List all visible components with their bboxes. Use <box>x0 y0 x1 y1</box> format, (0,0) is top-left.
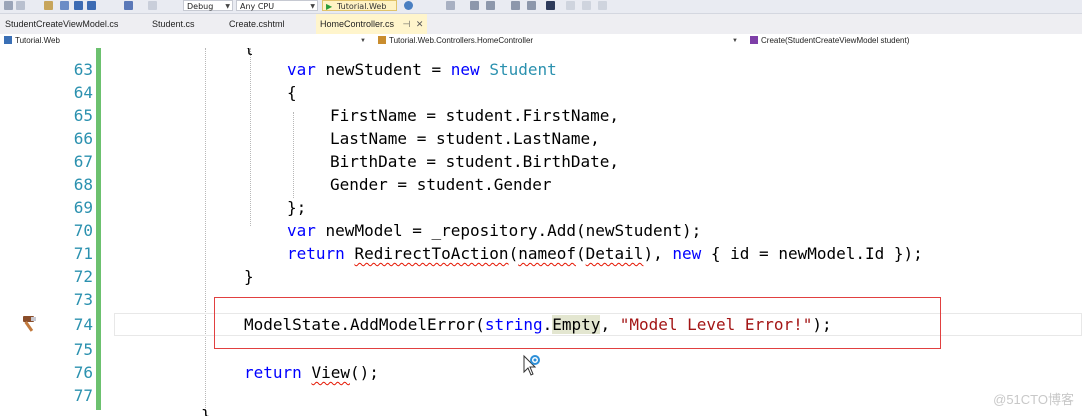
code-line-65: 65 FirstName = student.FirstName, <box>0 104 1082 127</box>
open-file-icon[interactable] <box>60 1 69 10</box>
toolbar-button-icon[interactable] <box>486 1 495 10</box>
code-line-71: 71 return RedirectToAction(nameof(Detail… <box>0 242 1082 265</box>
code-line: { <box>0 48 1082 58</box>
code-text: return View(); <box>244 363 379 382</box>
code-text: }; <box>287 198 307 217</box>
watermark: @51CTO博客 <box>993 392 1074 407</box>
project-value: Tutorial.Web <box>15 36 60 45</box>
refresh-icon[interactable] <box>404 1 413 10</box>
redo-icon[interactable] <box>148 1 157 10</box>
quick-actions-hammer-icon[interactable] <box>20 314 40 334</box>
solution-platform-value: Any CPU <box>240 2 275 11</box>
save-icon[interactable] <box>74 1 83 10</box>
tab-label: Create.cshtml <box>229 19 285 29</box>
solution-configuration-value: Debug <box>187 2 214 11</box>
tab-create-cshtml[interactable]: Create.cshtml <box>229 14 285 34</box>
toolbar-button-icon[interactable] <box>566 1 575 10</box>
code-text: var newModel = _repository.Add(newStuden… <box>287 221 702 240</box>
code-text: FirstName = student.FirstName, <box>330 106 619 125</box>
save-all-icon[interactable] <box>87 1 96 10</box>
chevron-down-icon: ▼ <box>225 3 230 10</box>
line-number: 68 <box>73 175 93 194</box>
code-text: { <box>244 48 254 58</box>
code-line-63: 63 var newStudent = new Student <box>0 58 1082 81</box>
play-icon: ▶ <box>326 2 333 11</box>
code-line-66: 66 LastName = student.LastName, <box>0 127 1082 150</box>
chevron-down-icon: ▼ <box>310 3 315 10</box>
method-icon <box>750 36 758 44</box>
class-value: Tutorial.Web.Controllers.HomeController <box>389 36 534 45</box>
start-project-label: Tutorial.Web <box>337 2 387 11</box>
code-line: } <box>0 404 1082 416</box>
new-project-icon[interactable] <box>44 1 53 10</box>
code-line-64: 64 { <box>0 81 1082 104</box>
line-number: 76 <box>73 363 93 382</box>
code-text: LastName = student.LastName, <box>330 129 600 148</box>
chevron-down-icon: ▼ <box>732 38 738 44</box>
pin-icon[interactable]: ⊣ <box>403 19 411 29</box>
project-icon <box>4 36 12 44</box>
solution-configuration-select[interactable]: Debug ▼ <box>183 0 233 11</box>
project-dropdown[interactable]: Tutorial.Web ▼ <box>4 35 370 47</box>
code-text: BirthDate = student.BirthDate, <box>330 152 619 171</box>
code-text: Gender = student.Gender <box>330 175 552 194</box>
code-text: } <box>244 267 254 286</box>
chevron-down-icon: ▼ <box>360 38 366 44</box>
browser-link-icon[interactable] <box>446 1 455 10</box>
code-text: var newStudent = new Student <box>287 60 557 79</box>
mouse-cursor-busy-icon <box>523 354 540 376</box>
document-tab-strip: StudentCreateViewModel.cs Student.cs Cre… <box>0 14 1082 36</box>
class-icon <box>378 36 386 44</box>
code-line-69: 69 }; <box>0 196 1082 219</box>
line-number: 64 <box>73 83 93 102</box>
tab-label: StudentCreateViewModel.cs <box>5 19 119 29</box>
close-icon[interactable]: ✕ <box>416 19 424 29</box>
start-debugging-button[interactable]: ▶ Tutorial.Web <box>322 0 397 11</box>
code-text: } <box>201 406 211 416</box>
member-dropdown[interactable]: Create(StudentCreateViewModel student) <box>750 35 1080 47</box>
class-dropdown[interactable]: Tutorial.Web.Controllers.HomeController ▼ <box>378 35 742 47</box>
line-number: 69 <box>73 198 93 217</box>
undo-icon[interactable] <box>124 1 133 10</box>
line-number: 74 <box>73 315 93 334</box>
tab-label: HomeController.cs <box>320 19 395 29</box>
solution-platform-select[interactable]: Any CPU ▼ <box>236 0 318 11</box>
code-line-70: 70 var newModel = _repository.Add(newStu… <box>0 219 1082 242</box>
line-number: 63 <box>73 60 93 79</box>
tab-home-controller[interactable]: HomeController.cs ⊣ ✕ <box>316 14 428 34</box>
toolbar-button-icon[interactable] <box>470 1 479 10</box>
tab-student-create-view-model[interactable]: StudentCreateViewModel.cs <box>5 14 118 34</box>
line-number: 72 <box>73 267 93 286</box>
toolbar-button-icon[interactable] <box>527 1 536 10</box>
line-number: 70 <box>73 221 93 240</box>
highlight-box <box>214 297 941 349</box>
code-text: return RedirectToAction(nameof(Detail), … <box>287 244 923 263</box>
line-number: 73 <box>73 290 93 309</box>
tab-label: Student.cs <box>152 19 195 29</box>
toolbar-button-icon[interactable] <box>598 1 607 10</box>
toolbar-button-icon[interactable] <box>582 1 591 10</box>
navigation-bar: Tutorial.Web ▼ Tutorial.Web.Controllers.H… <box>0 34 1082 49</box>
toolbar-button-icon[interactable] <box>511 1 520 10</box>
member-value: Create(StudentCreateViewModel student) <box>761 36 910 45</box>
code-line-67: 67 BirthDate = student.BirthDate, <box>0 150 1082 173</box>
bookmark-icon[interactable] <box>546 1 555 10</box>
line-number: 75 <box>73 340 93 359</box>
code-line-68: 68 Gender = student.Gender <box>0 173 1082 196</box>
code-line-72: 72 } <box>0 265 1082 288</box>
toolbar: Debug ▼ Any CPU ▼ ▶ Tutorial.Web <box>0 0 1082 14</box>
code-text: { <box>287 83 297 102</box>
code-editor[interactable]: { 63 var newStudent = new Student 64 { 6… <box>0 48 1082 416</box>
forward-icon[interactable] <box>16 1 25 10</box>
tab-student[interactable]: Student.cs <box>152 14 195 34</box>
line-number: 65 <box>73 106 93 125</box>
line-number: 66 <box>73 129 93 148</box>
line-number: 71 <box>73 244 93 263</box>
back-icon[interactable] <box>4 1 13 10</box>
line-number: 67 <box>73 152 93 171</box>
